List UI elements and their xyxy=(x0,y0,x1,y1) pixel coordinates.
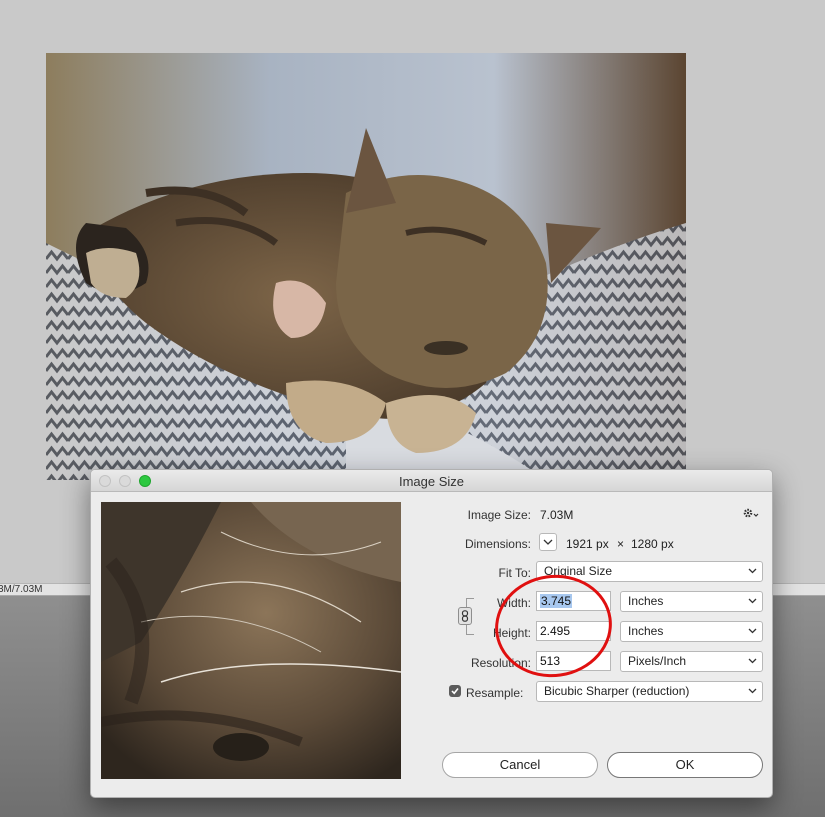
document-image xyxy=(46,53,686,480)
ok-button[interactable]: OK xyxy=(607,752,763,778)
chevron-down-icon xyxy=(748,652,757,671)
dimensions-width-value: 1921 px xyxy=(566,537,609,551)
chevron-down-icon xyxy=(748,622,757,641)
dimensions-label: Dimensions: xyxy=(464,537,531,551)
resample-method-value: Bicubic Sharper (reduction) xyxy=(544,684,690,698)
image-size-dialog: Image Size Image Size: 7.03M Dimensions:… xyxy=(90,469,773,798)
dialog-titlebar[interactable]: Image Size xyxy=(91,470,772,492)
document-size-readout: 3M/7.03M xyxy=(0,584,43,595)
height-unit-value: Inches xyxy=(628,624,664,638)
width-unit-value: Inches xyxy=(628,594,664,608)
resample-checkbox[interactable] xyxy=(449,685,461,697)
resample-method-dropdown[interactable]: Bicubic Sharper (reduction) xyxy=(536,681,763,702)
dimensions-times-sign: × xyxy=(617,537,625,551)
fit-to-label: Fit To: xyxy=(498,566,531,580)
resolution-unit-value: Pixels/Inch xyxy=(628,654,687,668)
checkmark-icon xyxy=(451,688,459,695)
image-size-label: Image Size: xyxy=(467,508,531,522)
chevron-down-icon xyxy=(748,562,757,581)
resolution-unit-dropdown[interactable]: Pixels/Inch xyxy=(620,651,763,672)
dimensions-height-value: 1280 px xyxy=(631,537,674,551)
dialog-title: Image Size xyxy=(398,474,465,489)
image-preview[interactable] xyxy=(101,502,401,779)
cancel-button[interactable]: Cancel xyxy=(442,752,598,778)
image-size-value: 7.03M xyxy=(540,508,574,522)
resample-label[interactable]: Resample: xyxy=(466,686,523,700)
dimensions-unit-dropdown[interactable] xyxy=(539,533,557,551)
height-unit-dropdown[interactable]: Inches xyxy=(620,621,763,642)
gear-icon[interactable] xyxy=(743,507,759,522)
chevron-down-icon xyxy=(748,682,757,701)
chevron-down-icon xyxy=(543,539,553,545)
width-unit-dropdown[interactable]: Inches xyxy=(620,591,763,612)
chevron-down-icon xyxy=(748,592,757,611)
